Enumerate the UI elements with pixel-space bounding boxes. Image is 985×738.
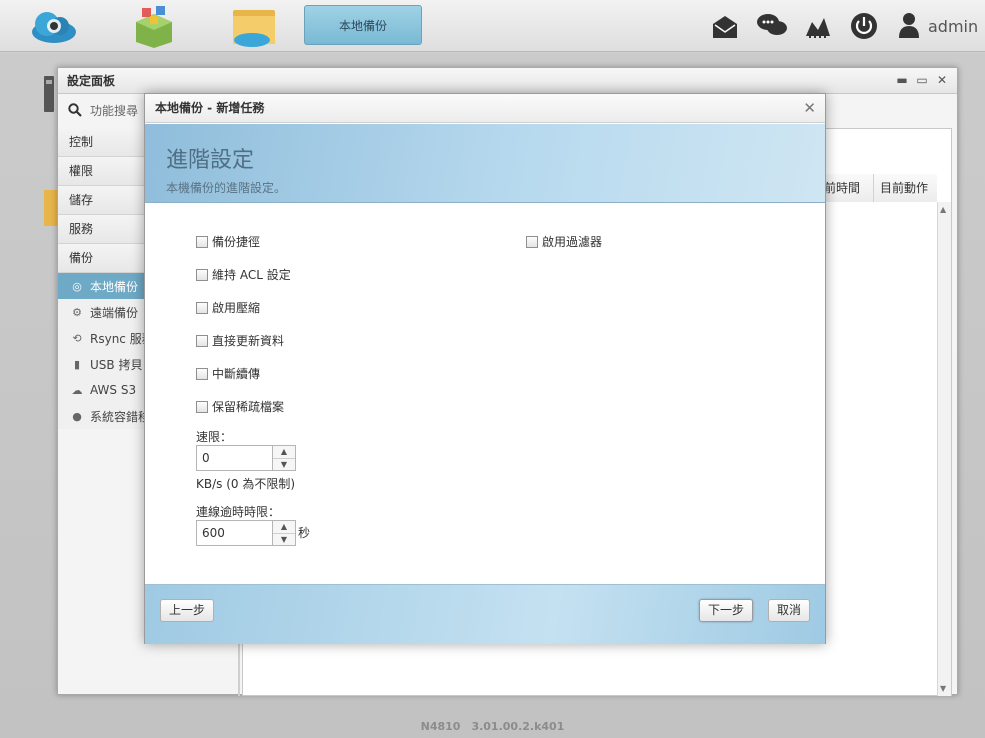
scroll-up-icon[interactable]: ▲ (940, 205, 946, 214)
sidebar-item-label: 本地備份 (90, 279, 139, 294)
stepper-buttons: ▲ ▼ (272, 445, 296, 471)
option-compression[interactable]: 啟用壓縮 (196, 299, 260, 316)
sidebar-item-label: USB 拷貝 (90, 357, 143, 372)
option-label: 啟用壓縮 (212, 301, 261, 315)
failover-icon: ● (72, 409, 82, 423)
cloud-app-icon[interactable] (28, 4, 80, 48)
stepper-buttons: ▲ ▼ (272, 520, 296, 546)
chat-icon[interactable] (756, 12, 788, 40)
cancel-button[interactable]: 取消 (768, 599, 811, 622)
increment-icon[interactable]: ▲ (273, 446, 295, 459)
remote-backup-icon: ⚙ (72, 305, 82, 319)
sidebar-item-label: 遠端備份 (90, 305, 139, 320)
dialog-heading: 進階設定 (166, 148, 255, 173)
prev-button[interactable]: 上一步 (160, 599, 215, 622)
mail-icon[interactable] (711, 12, 739, 40)
power-icon[interactable] (850, 12, 878, 40)
option-label: 保留稀疏檔案 (212, 400, 285, 414)
close-icon[interactable]: ✕ (803, 100, 816, 116)
checkbox[interactable] (526, 235, 538, 248)
dialog-title: 本地備份 - 新增任務 (145, 94, 825, 123)
timeout-input[interactable]: 600 (196, 520, 272, 546)
cloud-icon: ☁ (71, 383, 83, 397)
decrement-icon[interactable]: ▼ (273, 534, 295, 546)
decrement-icon[interactable]: ▼ (273, 459, 295, 471)
file-manager-icon[interactable] (228, 4, 280, 48)
timeout-unit: 秒 (298, 526, 311, 540)
backup-icon: ◎ (72, 279, 82, 293)
option-direct-update[interactable]: 直接更新資料 (196, 332, 284, 349)
checkbox[interactable] (196, 367, 208, 380)
usb-icon: ▮ (73, 357, 81, 371)
scroll-down-icon[interactable]: ▼ (940, 684, 946, 693)
search-placeholder: 功能搜尋 (90, 103, 139, 118)
search-icon (68, 103, 82, 117)
option-label: 啟用過濾器 (542, 235, 603, 249)
option-label: 直接更新資料 (212, 334, 285, 348)
app-center-icon[interactable] (128, 4, 180, 48)
new-task-dialog: 本地備份 - 新增任務 ✕ 進階設定 本機備份的進階設定。 備份捷徑 維持 AC… (144, 93, 826, 644)
dialog-header: 進階設定 本機備份的進階設定。 (145, 124, 825, 203)
desktop-icon[interactable] (38, 186, 58, 249)
desktop-icon[interactable] (38, 72, 58, 135)
option-sparse-files[interactable]: 保留稀疏檔案 (196, 398, 284, 415)
timeout-label: 連線逾時時限： (196, 505, 281, 519)
user-name[interactable]: admin (928, 17, 978, 36)
panel-title: 設定面板 (58, 68, 957, 94)
speed-limit-label: 速限： (196, 430, 233, 444)
column-header-action[interactable]: 目前動作 (873, 174, 937, 202)
increment-icon[interactable]: ▲ (273, 521, 295, 534)
minimize-button[interactable]: ▬ (896, 73, 908, 87)
option-filter[interactable]: 啟用過濾器 (526, 233, 602, 250)
sync-icon: ⟲ (72, 331, 82, 345)
tab-label: 本地備份 (338, 18, 387, 33)
timeout-stepper[interactable]: 600 ▲ ▼ (196, 520, 296, 546)
user-icon[interactable] (897, 12, 921, 40)
option-label: 備份捷徑 (212, 235, 261, 249)
signal-icon[interactable] (804, 12, 832, 40)
speed-limit-input[interactable]: 0 (196, 445, 272, 471)
option-label: 中斷續傳 (212, 367, 261, 381)
next-button[interactable]: 下一步 (699, 599, 754, 622)
option-label: 維持 ACL 設定 (212, 268, 291, 282)
table-scrollbar[interactable]: ▲ ▼ (937, 202, 951, 696)
dialog-subheading: 本機備份的進階設定。 (166, 181, 287, 195)
sidebar-item-label: AWS S3 (90, 383, 137, 397)
version-text: N4810 3.01.00.2.k401 (420, 720, 565, 733)
dialog-footer: 上一步 下一步 取消 (145, 584, 825, 644)
option-resume[interactable]: 中斷續傳 (196, 365, 260, 382)
taskbar: 本地備份 admin (0, 0, 985, 52)
maximize-button[interactable]: ▭ (916, 73, 928, 87)
tab-local-backup[interactable]: 本地備份 (304, 5, 422, 45)
close-button[interactable]: ✕ (936, 73, 948, 87)
checkbox[interactable] (196, 334, 208, 347)
speed-limit-hint: KB/s (0 為不限制) (196, 477, 296, 491)
checkbox[interactable] (196, 235, 208, 248)
checkbox[interactable] (196, 301, 208, 314)
checkbox[interactable] (196, 268, 208, 281)
checkbox[interactable] (196, 400, 208, 413)
option-keep-acl[interactable]: 維持 ACL 設定 (196, 266, 291, 283)
speed-limit-stepper[interactable]: 0 ▲ ▼ (196, 445, 296, 471)
option-backup-shortcut[interactable]: 備份捷徑 (196, 233, 260, 250)
